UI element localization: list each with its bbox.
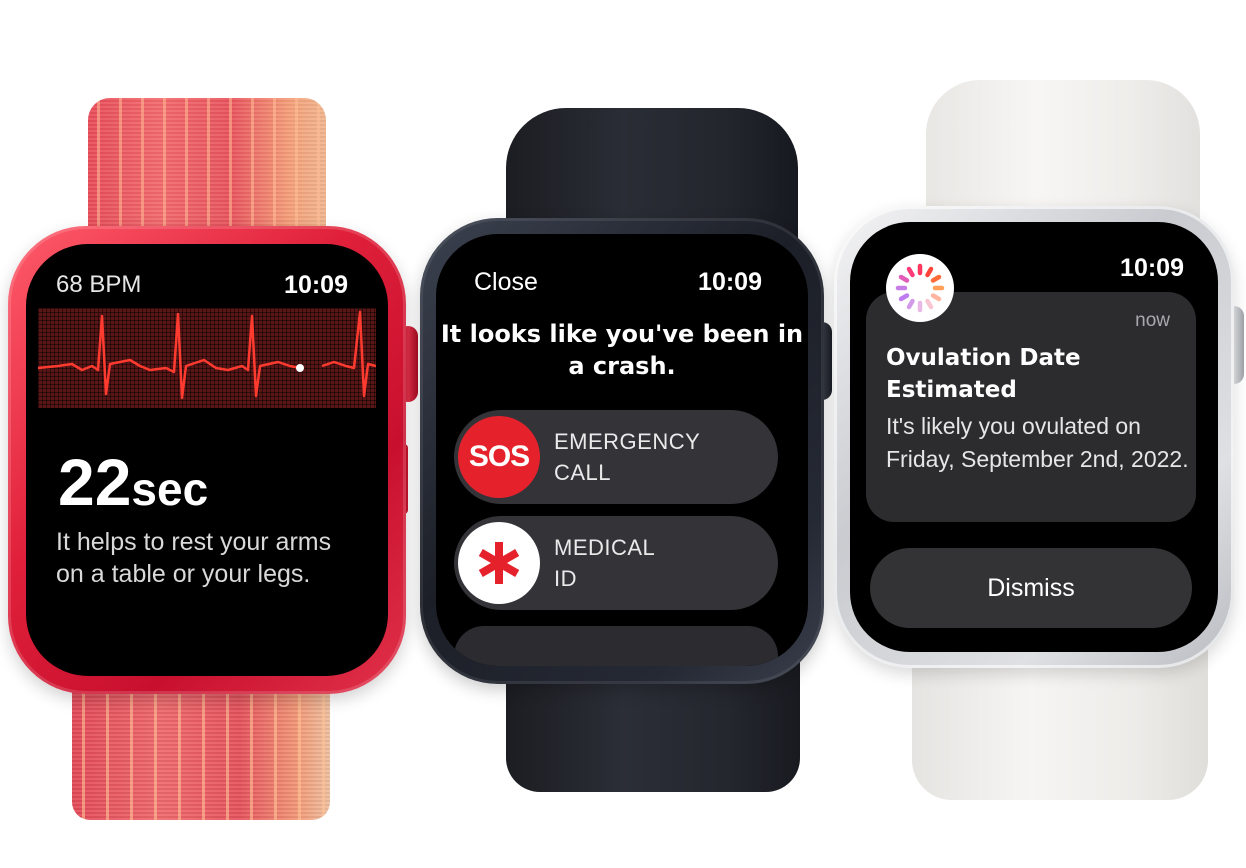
sport-loop-band-bottom: [72, 672, 330, 820]
cycle-ring-icon: [895, 263, 945, 313]
sos-icon[interactable]: SOS: [458, 416, 540, 498]
heart-rate-readout: 68 BPM: [56, 271, 142, 298]
countdown-number: 22: [58, 445, 132, 519]
medical-id-label: MEDICAL ID: [554, 535, 655, 591]
ecg-instruction-text: It helps to rest your arms on a table or…: [56, 528, 332, 588]
cycle-tracking-icon: [886, 254, 954, 322]
notification-title: Ovulation Date Estimated: [886, 345, 1081, 403]
notification-screen: now Ovulation Date Estimated It's likely…: [850, 222, 1218, 652]
clock-time: 10:09: [284, 271, 348, 299]
countdown-unit: sec: [131, 463, 209, 515]
sos-badge-text: SOS: [468, 440, 530, 473]
emergency-call-slider[interactable]: SOS EMERGENCY CALL: [454, 410, 778, 504]
crash-alert-title: It looks like you've been in a crash.: [440, 320, 804, 380]
asterisk-glyph-icon: [478, 542, 520, 584]
clock-time: 10:09: [698, 268, 762, 296]
close-button[interactable]: Close: [474, 268, 538, 297]
medical-asterisk-icon[interactable]: [458, 522, 540, 604]
dismiss-button[interactable]: Dismiss: [870, 548, 1192, 628]
ecg-screen: 68 BPM 10:09 22sec It helps to rest your…: [26, 244, 388, 676]
notification-card[interactable]: now Ovulation Date Estimated It's likely…: [866, 292, 1196, 522]
emergency-call-label: EMERGENCY CALL: [554, 429, 700, 485]
medical-id-slider[interactable]: MEDICAL ID: [454, 516, 778, 610]
crash-detection-screen: Close 10:09 It looks like you've been in…: [436, 234, 808, 666]
clock-time: 10:09: [1120, 254, 1184, 282]
ecg-waveform-panel: [37, 308, 377, 408]
countdown-readout: 22sec: [58, 444, 208, 520]
notification-body: It's likely you ovulated on Friday, Sept…: [886, 413, 1189, 472]
notification-timestamp: now: [1135, 310, 1170, 331]
next-option-slider[interactable]: [454, 626, 778, 666]
ecg-trace-icon: [37, 310, 377, 400]
